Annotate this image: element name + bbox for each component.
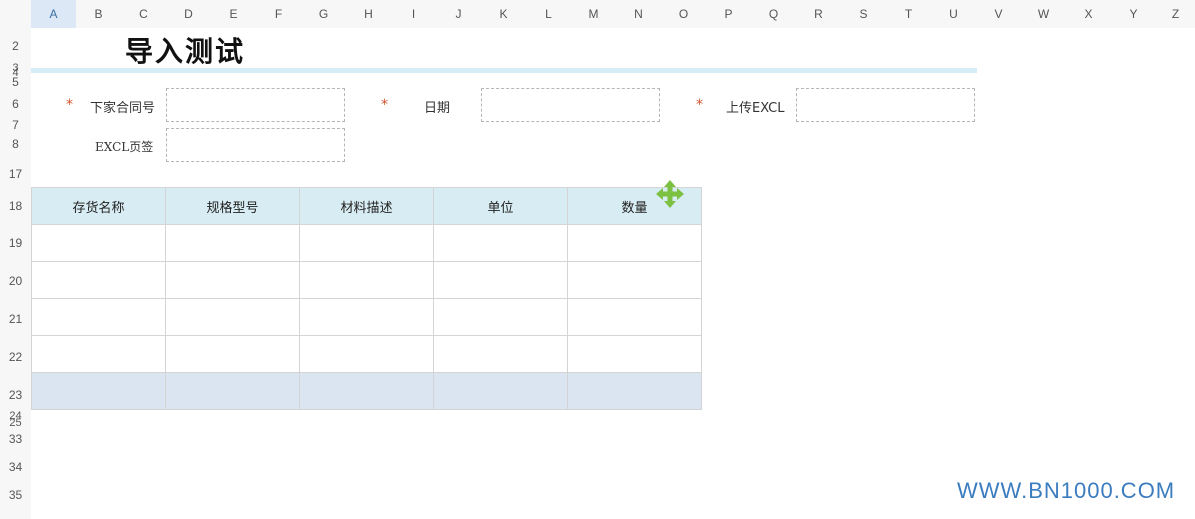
column-header-l[interactable]: L	[526, 0, 571, 28]
table-row	[31, 224, 702, 262]
column-header-u[interactable]: U	[931, 0, 976, 28]
move-arrows-icon[interactable]	[656, 180, 684, 208]
row-header-17[interactable]: 17	[0, 167, 31, 181]
column-header-o[interactable]: O	[661, 0, 706, 28]
table-cell[interactable]	[567, 335, 702, 373]
header-material-desc[interactable]: 材料描述	[299, 187, 434, 225]
table-row	[31, 335, 702, 373]
footer-cell[interactable]	[433, 372, 568, 410]
column-header-v[interactable]: V	[976, 0, 1021, 28]
table-cell[interactable]	[31, 298, 166, 336]
column-header-w[interactable]: W	[1021, 0, 1066, 28]
table-cell[interactable]	[165, 261, 300, 299]
row-header-34[interactable]: 34	[0, 460, 31, 474]
row-header-5[interactable]: 5	[0, 75, 31, 89]
row-header-19[interactable]: 19	[0, 236, 31, 250]
table-footer-row	[31, 372, 702, 410]
inventory-table: 存货名称 规格型号 材料描述 单位 数量	[31, 187, 702, 410]
date-required-mark: *	[381, 97, 388, 113]
table-cell[interactable]	[165, 224, 300, 262]
row-header-22[interactable]: 22	[0, 350, 31, 364]
table-cell[interactable]	[299, 335, 434, 373]
footer-cell[interactable]	[567, 372, 702, 410]
column-header-q[interactable]: Q	[751, 0, 796, 28]
table-cell[interactable]	[567, 224, 702, 262]
upload-label: 上传EXCL	[726, 101, 785, 116]
contract-required-mark: *	[66, 97, 73, 113]
table-row	[31, 298, 702, 336]
page-title: 导入测试	[125, 35, 246, 68]
table-cell[interactable]	[165, 335, 300, 373]
column-header-c[interactable]: C	[121, 0, 166, 28]
date-field[interactable]	[481, 88, 660, 122]
row-header-2[interactable]: 2	[0, 39, 31, 53]
header-inventory-name[interactable]: 存货名称	[31, 187, 166, 225]
row-header-35[interactable]: 35	[0, 488, 31, 502]
table-cell[interactable]	[31, 261, 166, 299]
table-row	[31, 261, 702, 299]
column-header-x[interactable]: X	[1066, 0, 1111, 28]
table-cell[interactable]	[299, 298, 434, 336]
row-header-33[interactable]: 33	[0, 432, 31, 446]
table-cell[interactable]	[433, 261, 568, 299]
footer-cell[interactable]	[165, 372, 300, 410]
column-header-j[interactable]: J	[436, 0, 481, 28]
column-header-r[interactable]: R	[796, 0, 841, 28]
column-header-b[interactable]: B	[76, 0, 121, 28]
sheet-tab-field[interactable]	[166, 128, 345, 162]
row-header-21[interactable]: 21	[0, 312, 31, 326]
column-header-n[interactable]: N	[616, 0, 661, 28]
upload-excel-field[interactable]	[796, 88, 975, 122]
sheet-label: EXCL页签	[95, 140, 154, 154]
date-label: 日期	[424, 101, 451, 116]
column-header-i[interactable]: I	[391, 0, 436, 28]
upload-required-mark: *	[696, 97, 703, 113]
table-cell[interactable]	[567, 261, 702, 299]
table-cell[interactable]	[31, 335, 166, 373]
column-header-a[interactable]: A	[31, 0, 76, 28]
column-header-p[interactable]: P	[706, 0, 751, 28]
column-header-g[interactable]: G	[301, 0, 346, 28]
contract-number-field[interactable]	[166, 88, 345, 122]
column-header-h[interactable]: H	[346, 0, 391, 28]
table-header-row: 存货名称 规格型号 材料描述 单位 数量	[31, 187, 702, 225]
table-cell[interactable]	[165, 298, 300, 336]
table-cell[interactable]	[299, 261, 434, 299]
footer-cell[interactable]	[31, 372, 166, 410]
column-header-z[interactable]: Z	[1156, 0, 1195, 28]
watermark-text: WWW.BN1000.COM	[957, 478, 1176, 503]
table-cell[interactable]	[433, 335, 568, 373]
column-header-d[interactable]: D	[166, 0, 211, 28]
column-header-bar: A B C D E F G H I J K L M N O P Q R S T …	[0, 0, 1195, 28]
table-cell[interactable]	[299, 224, 434, 262]
table-cell[interactable]	[433, 224, 568, 262]
column-header-f[interactable]: F	[256, 0, 301, 28]
column-header-e[interactable]: E	[211, 0, 256, 28]
footer-cell[interactable]	[299, 372, 434, 410]
column-header-t[interactable]: T	[886, 0, 931, 28]
column-header-s[interactable]: S	[841, 0, 886, 28]
contract-label: 下家合同号	[90, 101, 156, 116]
row-header-25[interactable]: 25	[0, 417, 31, 429]
row-header-8[interactable]: 8	[0, 137, 31, 151]
table-cell[interactable]	[567, 298, 702, 336]
row-header-20[interactable]: 20	[0, 274, 31, 288]
row-header-7[interactable]: 7	[0, 118, 31, 132]
column-header-y[interactable]: Y	[1111, 0, 1156, 28]
row-header-6[interactable]: 6	[0, 97, 31, 111]
header-unit[interactable]: 单位	[433, 187, 568, 225]
title-underline-bar	[31, 68, 977, 73]
column-header-k[interactable]: K	[481, 0, 526, 28]
table-cell[interactable]	[31, 224, 166, 262]
header-spec-model[interactable]: 规格型号	[165, 187, 300, 225]
row-header-23[interactable]: 23	[0, 388, 31, 402]
row-header-18[interactable]: 18	[0, 199, 31, 213]
column-header-m[interactable]: M	[571, 0, 616, 28]
table-cell[interactable]	[433, 298, 568, 336]
